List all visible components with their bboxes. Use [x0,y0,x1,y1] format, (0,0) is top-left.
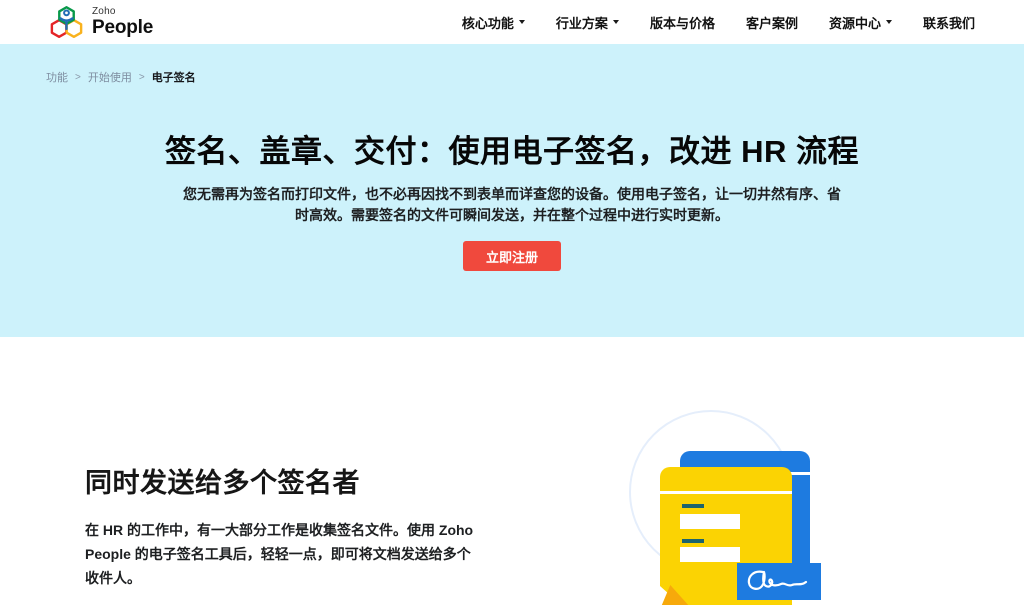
breadcrumb-separator: > [139,72,145,83]
form-field-label-line [682,539,704,543]
feature-body: 在 HR 的工作中，有一大部分工作是收集签名文件。使用 Zoho People … [85,518,481,590]
top-nav-bar: Zoho People 核心功能 行业方案 版本与价格 客户案例 资源中心 [0,0,1024,44]
nav-item-industry-solutions[interactable]: 行业方案 [556,13,619,32]
chevron-down-icon [886,20,892,24]
nav-item-core-features[interactable]: 核心功能 [462,13,525,32]
breadcrumb-separator: > [75,72,81,83]
document-header-divider [660,491,792,494]
zoho-people-logo[interactable]: Zoho People [48,4,153,41]
nav-item-customer-stories[interactable]: 客户案例 [746,13,798,32]
form-field-label-line [682,504,704,508]
nav-label: 客户案例 [746,13,798,32]
signature-scribble-icon [737,563,821,600]
breadcrumb-item-getting-started[interactable]: 开始使用 [88,69,132,85]
hero-section: 功能 > 开始使用 > 电子签名 签名、盖章、交付：使用电子签名，改进 HR 流… [0,44,1024,337]
form-input-field [680,547,740,562]
nav-label: 联系我们 [923,13,975,32]
nav-label: 行业方案 [556,13,608,32]
nav-label: 版本与价格 [650,13,715,32]
feature-text-block: 同时发送给多个签名者 在 HR 的工作中，有一大部分工作是收集签名文件。使用 Z… [85,461,505,590]
form-input-field [680,514,740,529]
nav-item-pricing[interactable]: 版本与价格 [650,13,715,32]
breadcrumb: 功能 > 开始使用 > 电子签名 [46,69,196,85]
feature-heading: 同时发送给多个签名者 [85,461,505,500]
brand-zoho: Zoho [92,7,153,17]
zoho-hexagons-icon [48,4,85,41]
nav-label: 资源中心 [829,13,881,32]
chevron-down-icon [613,20,619,24]
feature-section: 同时发送给多个签名者 在 HR 的工作中，有一大部分工作是收集签名文件。使用 Z… [0,337,1024,605]
main-nav: 核心功能 行业方案 版本与价格 客户案例 资源中心 联系我们 [462,13,975,32]
page: Zoho People 核心功能 行业方案 版本与价格 客户案例 资源中心 [0,0,1024,605]
brand-product: People [92,18,153,37]
signature-badge-icon [737,563,821,600]
hero-description: 您无需再为签名而打印文件，也不必再因找不到表单而详查您的设备。使用电子签名，让一… [181,184,843,226]
breadcrumb-current-page: 电子签名 [152,69,196,85]
nav-item-contact-us[interactable]: 联系我们 [923,13,975,32]
nav-label: 核心功能 [462,13,514,32]
page-title: 签名、盖章、交付：使用电子签名，改进 HR 流程 [0,44,1024,171]
logo-wordmark: Zoho People [92,7,153,37]
signup-button[interactable]: 立即注册 [463,241,561,271]
breadcrumb-item-features[interactable]: 功能 [46,69,68,85]
chevron-down-icon [519,20,525,24]
nav-item-resources[interactable]: 资源中心 [829,13,892,32]
